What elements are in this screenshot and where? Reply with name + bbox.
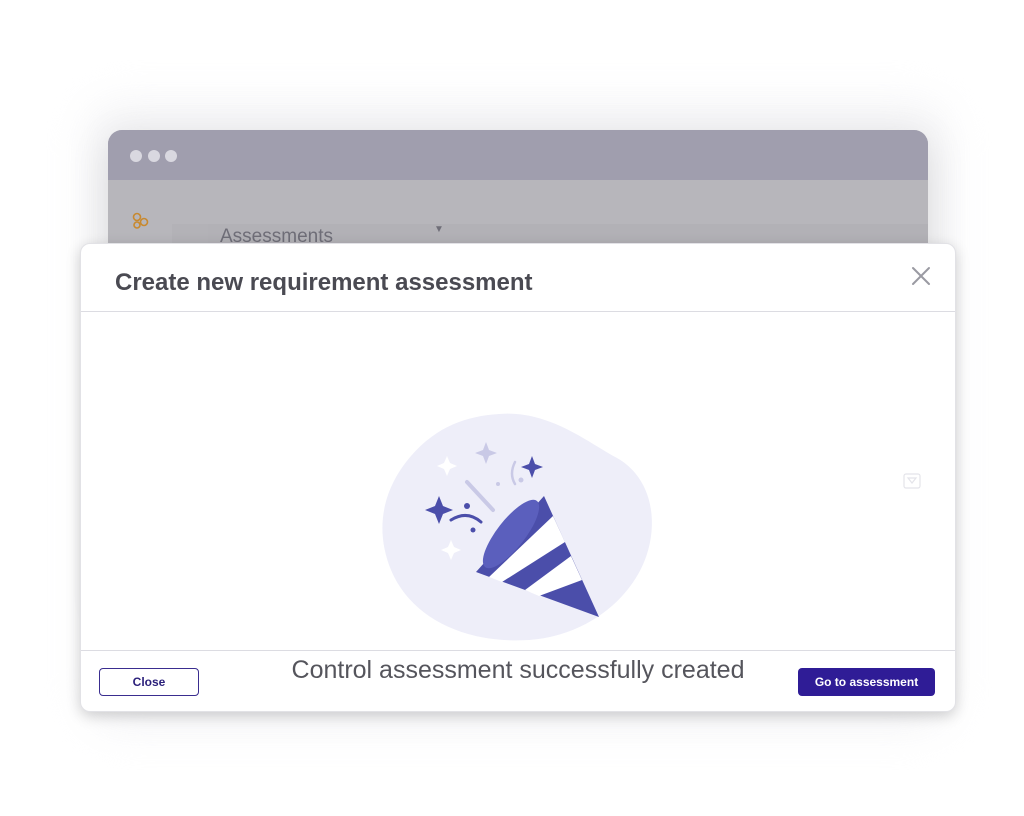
window-dot — [165, 150, 177, 162]
modal-body: Control assessment successfully created — [81, 312, 955, 684]
caret-down-icon: ▼ — [434, 224, 444, 235]
window-dot — [148, 150, 160, 162]
modal-title: Create new requirement assessment — [115, 269, 533, 296]
modal-header: Create new requirement assessment — [81, 244, 955, 312]
modal-footer: Close Go to assessment — [81, 651, 955, 711]
close-button[interactable]: Close — [99, 668, 199, 696]
go-to-assessment-button[interactable]: Go to assessment — [798, 668, 935, 696]
party-popper-illustration — [382, 413, 652, 641]
create-assessment-modal: Create new requirement assessment Contro… — [80, 243, 956, 712]
window-titlebar — [108, 130, 928, 180]
window-dot — [130, 150, 142, 162]
app-logo-icon — [132, 212, 149, 229]
app-nav — [172, 180, 928, 224]
close-icon[interactable] — [909, 264, 933, 288]
filter-icon — [903, 473, 921, 489]
